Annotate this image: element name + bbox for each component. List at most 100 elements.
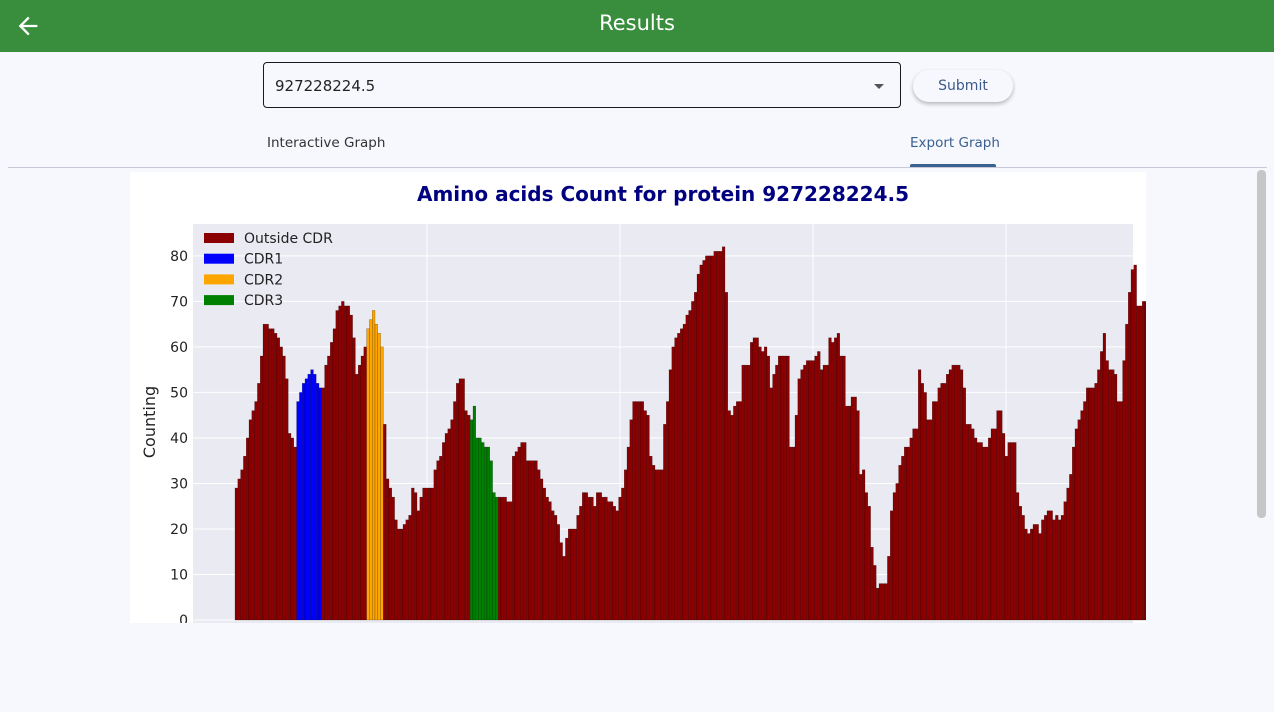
bar [1027, 533, 1031, 621]
bar [685, 314, 689, 621]
bar [1069, 474, 1073, 621]
bar [1094, 383, 1098, 621]
submit-button[interactable]: Submit [913, 70, 1013, 102]
bar [1119, 401, 1123, 621]
bar [439, 455, 443, 621]
bar [890, 510, 894, 621]
bar [414, 492, 418, 621]
bar [680, 328, 684, 621]
bar [548, 501, 552, 621]
bar [484, 446, 488, 621]
tab-export-graph[interactable]: Export Graph [910, 135, 1000, 151]
bar [503, 496, 507, 621]
bar [321, 387, 325, 621]
bar [954, 364, 958, 621]
bar [694, 292, 698, 621]
bar [419, 496, 423, 621]
bar [240, 469, 244, 621]
protein-select[interactable]: 927228224.5 [263, 62, 901, 108]
bar [327, 355, 331, 621]
bar [268, 328, 272, 621]
bar [918, 369, 922, 621]
bar [923, 392, 927, 621]
bar [929, 419, 933, 621]
bar [514, 451, 518, 621]
bar [769, 387, 773, 621]
bar [360, 355, 364, 621]
bar [845, 405, 849, 621]
bar [573, 528, 577, 621]
dropdown-caret-icon[interactable] [874, 84, 884, 89]
bar [1013, 442, 1017, 621]
bar [1088, 387, 1092, 621]
bar [744, 364, 748, 621]
bar [318, 387, 322, 621]
bar [660, 469, 664, 621]
bar [338, 305, 342, 621]
bar [912, 428, 916, 621]
bar [352, 337, 356, 621]
bar [528, 460, 532, 621]
bar [1024, 528, 1028, 621]
bar [1066, 487, 1070, 621]
bar [1010, 442, 1014, 621]
bar [1111, 369, 1115, 621]
bar [369, 319, 373, 621]
bar [246, 437, 250, 621]
bar [803, 364, 807, 621]
bar [570, 528, 574, 621]
bar [761, 351, 765, 621]
bar [881, 583, 885, 621]
bar [786, 355, 790, 621]
bar [722, 246, 726, 621]
bar [800, 369, 804, 621]
bar [1030, 528, 1034, 621]
bar [696, 273, 700, 621]
legend-label: CDR1 [244, 252, 283, 268]
bar [985, 446, 989, 621]
y-tick-label: 50 [170, 385, 188, 401]
bar [741, 364, 745, 621]
bar [1007, 442, 1011, 621]
bar [531, 460, 535, 621]
bar [307, 374, 311, 621]
bar [489, 460, 493, 621]
bar [626, 446, 630, 621]
bar [428, 487, 432, 621]
bar [596, 492, 600, 621]
legend-swatch [204, 233, 234, 243]
bar [1122, 360, 1126, 621]
bar [915, 428, 919, 621]
bar [979, 442, 983, 621]
bar [1055, 515, 1059, 621]
vertical-scrollbar[interactable] [1257, 170, 1266, 518]
bar [870, 546, 874, 621]
bar [792, 446, 796, 621]
bar [873, 565, 877, 621]
tab-interactive-graph[interactable]: Interactive Graph [267, 135, 385, 151]
bar [892, 492, 896, 621]
bar [257, 383, 261, 621]
bar [576, 515, 580, 621]
legend-swatch [204, 295, 234, 306]
bar [458, 378, 462, 621]
bar [512, 455, 516, 621]
bar [296, 401, 300, 621]
bar [646, 414, 650, 621]
bar [850, 396, 854, 621]
bar [293, 446, 297, 621]
bar [523, 442, 527, 621]
bar [332, 328, 336, 621]
bar [780, 355, 784, 621]
bar [775, 364, 779, 621]
bar [492, 492, 496, 621]
bar [864, 492, 868, 621]
bar [904, 446, 908, 621]
bar [495, 496, 499, 621]
bar [901, 455, 905, 621]
bar [436, 460, 440, 621]
bar [405, 519, 409, 621]
bar [1004, 455, 1008, 621]
bar [559, 542, 563, 621]
bar [288, 433, 292, 621]
